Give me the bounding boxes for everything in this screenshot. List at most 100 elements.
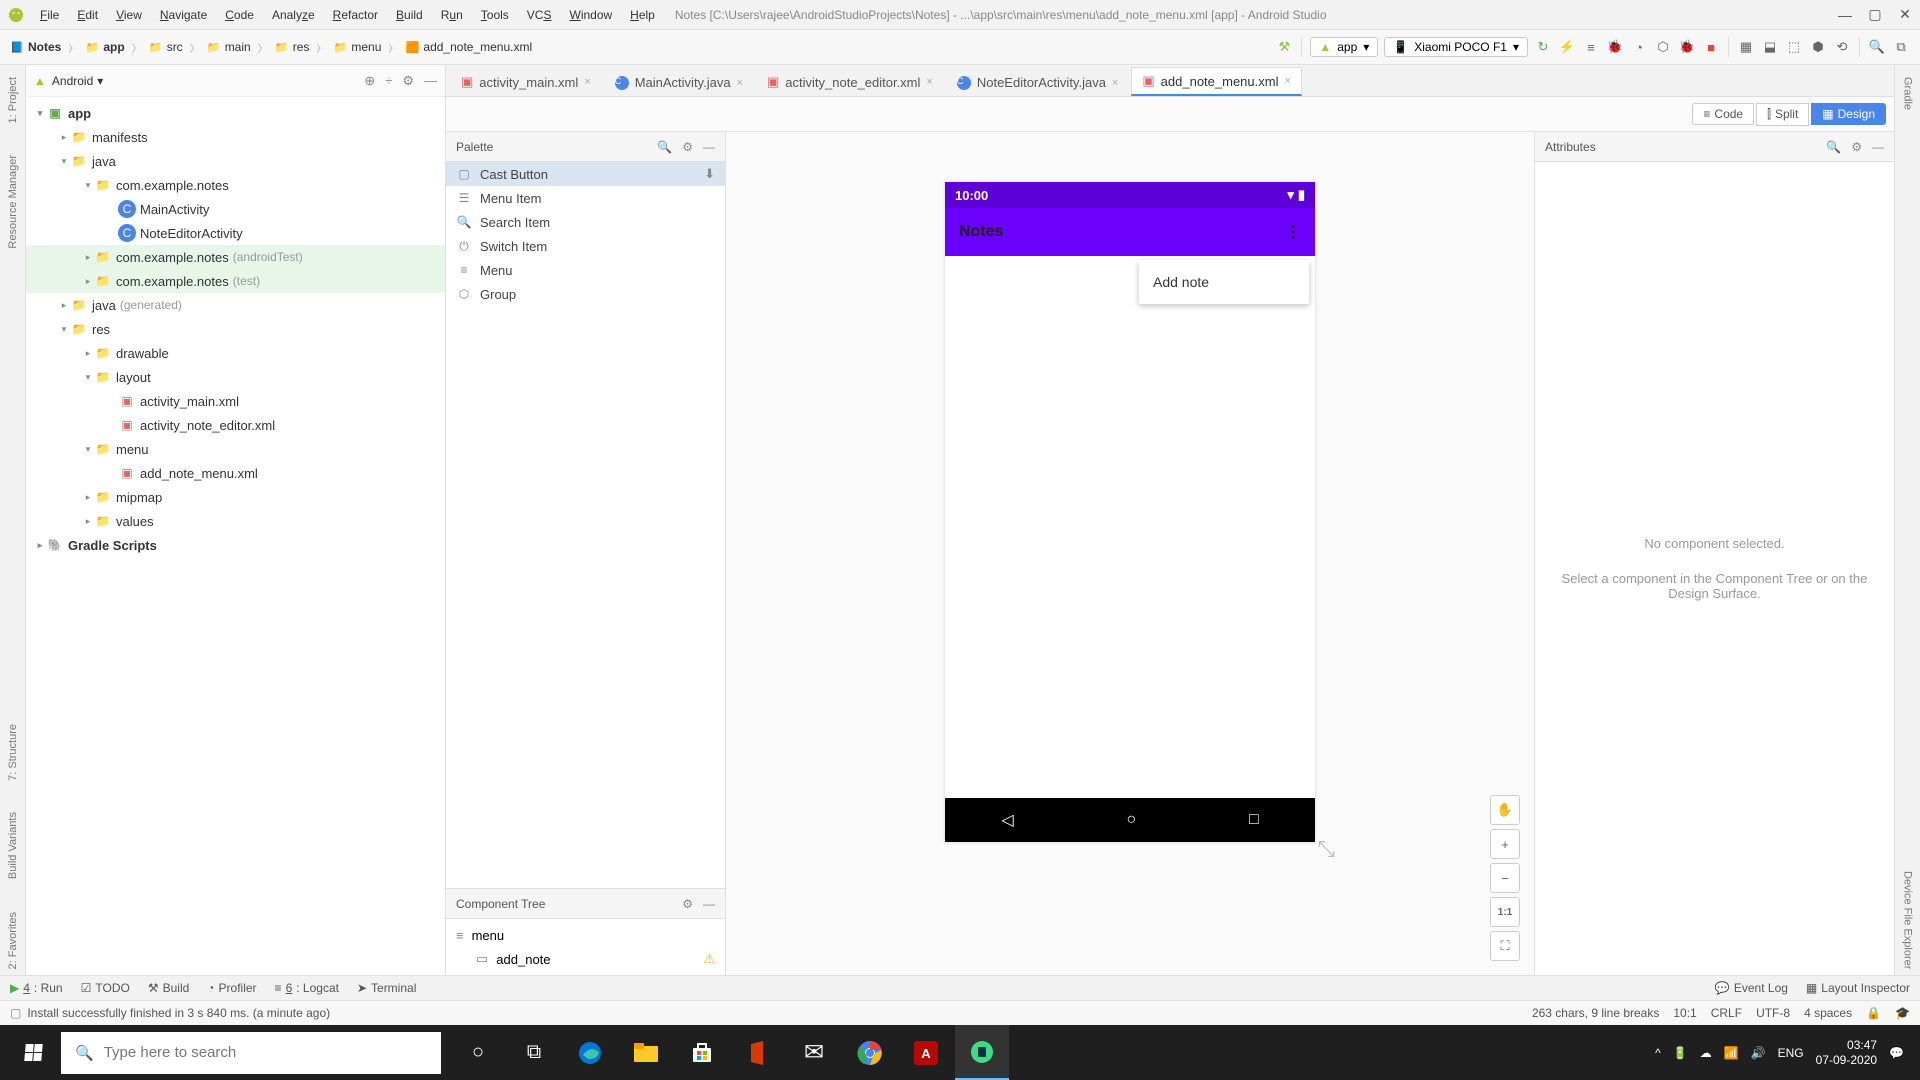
palette-menu-item[interactable]: ☰Menu Item (446, 186, 725, 210)
tree-java-gen[interactable]: ▸📁java(generated) (26, 293, 445, 317)
gutter-resource-manager[interactable]: Resource Manager (5, 149, 21, 255)
tree-layout-file-1[interactable]: ▣activity_main.xml (26, 389, 445, 413)
hat-icon[interactable]: 🎓 (1895, 1006, 1910, 1020)
hide-icon[interactable]: — (424, 73, 437, 89)
stop-button-icon[interactable]: ■ (1702, 38, 1720, 56)
notifications-icon[interactable]: 💬 (1889, 1046, 1904, 1060)
project-view-dropdown[interactable]: Android ▾ (52, 74, 103, 88)
bottom-run[interactable]: ▶4: 4: RunRun (10, 981, 63, 995)
status-indent[interactable]: 4 spaces (1804, 1006, 1852, 1020)
edge-icon[interactable] (563, 1025, 617, 1080)
hide-icon[interactable]: — (703, 897, 715, 911)
tab-main-activity[interactable]: CMainActivity.java× (604, 69, 754, 96)
wifi-icon[interactable]: 📶 (1724, 1046, 1739, 1060)
file-explorer-icon[interactable] (619, 1025, 673, 1080)
bottom-layout-inspector[interactable]: ▦Layout Inspector (1806, 981, 1910, 995)
tree-layout-file-2[interactable]: ▣activity_note_editor.xml (26, 413, 445, 437)
zoom-in-button[interactable]: + (1490, 829, 1520, 859)
volume-icon[interactable]: 🔊 (1751, 1046, 1766, 1060)
palette-cast-button[interactable]: ▢Cast Button⬇ (446, 162, 725, 186)
gutter-favorites[interactable]: 2: Favorites (5, 906, 21, 975)
bottom-logcat[interactable]: ≡6: Logcat (275, 981, 339, 995)
maximize-button[interactable]: ▢ (1868, 8, 1882, 22)
acrobat-icon[interactable]: A (899, 1025, 953, 1080)
close-icon[interactable]: × (1112, 77, 1118, 89)
tree-menu-file[interactable]: ▣add_note_menu.xml (26, 461, 445, 485)
mail-icon[interactable]: ✉ (787, 1025, 841, 1080)
tree-pkg-main[interactable]: ▾📁com.example.notes (26, 173, 445, 197)
gutter-structure[interactable]: 7: Structure (5, 718, 21, 787)
office-icon[interactable] (731, 1025, 785, 1080)
menu-build[interactable]: Build (388, 5, 431, 25)
menu-tools[interactable]: Tools (473, 5, 517, 25)
status-encoding[interactable]: UTF-8 (1756, 1006, 1790, 1020)
lock-icon[interactable]: 🔒 (1866, 1006, 1881, 1020)
resource-manager-icon[interactable]: ⬚ (1785, 38, 1803, 56)
run-config-dropdown[interactable]: ▲ app ▾ (1310, 37, 1378, 57)
sdk-manager-icon[interactable]: ⬓ (1761, 38, 1779, 56)
tab-note-editor-activity[interactable]: CNoteEditorActivity.java× (946, 69, 1130, 96)
menu-help[interactable]: Help (622, 5, 663, 25)
palette-menu[interactable]: ≡Menu (446, 258, 725, 282)
apply-changes-icon[interactable]: ⚡ (1558, 38, 1576, 56)
gear-icon[interactable]: ⚙ (682, 897, 693, 911)
tree-menu-dir[interactable]: ▾📁menu (26, 437, 445, 461)
close-button[interactable]: ✕ (1898, 8, 1912, 22)
tree-gradle-scripts[interactable]: ▸🐘Gradle Scripts (26, 533, 445, 557)
tree-note-editor[interactable]: CNoteEditorActivity (26, 221, 445, 245)
menu-navigate[interactable]: Navigate (152, 5, 215, 25)
store-icon[interactable] (675, 1025, 729, 1080)
cloud-icon[interactable]: ☁ (1700, 1046, 1712, 1060)
tab-note-editor-xml[interactable]: ▣activity_note_editor.xml× (756, 68, 944, 96)
android-studio-icon[interactable] (955, 1025, 1009, 1080)
warning-icon[interactable]: ⚠ (703, 951, 715, 967)
task-view-icon[interactable]: ⧉ (507, 1025, 561, 1080)
crumb-6[interactable]: add_note_menu.xml (423, 40, 532, 54)
menu-run[interactable]: Run (433, 5, 471, 25)
tree-main-activity[interactable]: CMainActivity (26, 197, 445, 221)
locate-icon[interactable]: ⊕ (364, 73, 375, 89)
tray-chevron-up-icon[interactable]: ^ (1655, 1046, 1661, 1060)
bottom-profiler[interactable]: ◔Profiler (207, 981, 256, 995)
palette-group[interactable]: ⬡Group (446, 282, 725, 306)
split-mode-button[interactable]: ⫿Split (1756, 103, 1809, 126)
crumb-3[interactable]: main (225, 40, 251, 54)
close-icon[interactable]: × (584, 76, 590, 88)
gear-icon[interactable]: ⚙ (402, 73, 414, 89)
avd-manager-icon[interactable]: ▦ (1737, 38, 1755, 56)
device-dropdown[interactable]: 📱 Xiaomi POCO F1 ▾ (1384, 37, 1528, 57)
taskbar-search[interactable]: 🔍 Type here to search (61, 1032, 441, 1074)
sync-icon[interactable]: ⟲ (1833, 38, 1851, 56)
gutter-build-variants[interactable]: Build Variants (5, 806, 21, 885)
coverage-icon[interactable]: ≡ (1582, 38, 1600, 56)
tree-pkg-test[interactable]: ▸📁com.example.notes(test) (26, 269, 445, 293)
preview-menu-popup[interactable]: Add note (1139, 260, 1309, 304)
attach-icon[interactable]: 🐞 (1678, 38, 1696, 56)
build-hammer-icon[interactable]: ⚒ (1275, 38, 1293, 56)
gutter-gradle[interactable]: Gradle (1900, 71, 1916, 116)
start-button[interactable] (6, 1025, 61, 1080)
tree-java[interactable]: ▾📁java (26, 149, 445, 173)
search-icon[interactable]: 🔍 (657, 140, 672, 154)
attach-debugger-icon[interactable]: ⬡ (1654, 38, 1672, 56)
menu-code[interactable]: Code (217, 5, 262, 25)
layout-icon[interactable]: ⬢ (1809, 38, 1827, 56)
crumb-0[interactable]: Notes (28, 40, 61, 54)
debug-icon[interactable]: 🐞 (1606, 38, 1624, 56)
crumb-5[interactable]: menu (351, 40, 381, 54)
hide-icon[interactable]: — (703, 140, 715, 154)
close-icon[interactable]: × (926, 76, 932, 88)
menu-analyze[interactable]: Analyze (264, 5, 323, 25)
language-indicator[interactable]: ENG (1778, 1046, 1804, 1060)
menu-file[interactable]: File (32, 5, 67, 25)
gear-icon[interactable]: ⚙ (1851, 140, 1862, 154)
zoom-out-button[interactable]: − (1490, 863, 1520, 893)
hide-icon[interactable]: — (1872, 140, 1884, 154)
design-canvas[interactable]: 10:00 ▾ ▮ Notes ⋮ Add note (726, 132, 1534, 975)
battery-icon[interactable]: 🔋 (1673, 1046, 1688, 1060)
crumb-4[interactable]: res (293, 40, 310, 54)
tab-add-note-menu[interactable]: ▣add_note_menu.xml× (1131, 67, 1302, 96)
crumb-2[interactable]: src (167, 40, 183, 54)
status-position[interactable]: 10:1 (1673, 1006, 1696, 1020)
search-icon[interactable]: 🔍 (1826, 140, 1841, 154)
